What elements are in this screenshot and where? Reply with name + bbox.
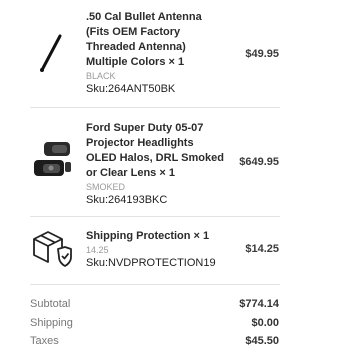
shipping-value: $0.00	[251, 317, 279, 329]
shipping-label: Shipping	[30, 317, 73, 329]
subtotal-row: Subtotal $774.14	[30, 298, 279, 314]
antenna-icon	[30, 30, 74, 74]
item-title: Shipping Protection × 1	[86, 230, 210, 242]
taxes-row: Taxes $45.50	[30, 335, 279, 348]
order-summary: .50 Cal Bullet Antenna (Fits OEM Factory…	[0, 0, 348, 348]
headlights-icon	[30, 138, 74, 182]
item-variant: 14.25	[86, 245, 109, 255]
item-variant: SMOKED	[86, 182, 126, 192]
item-price: $649.95	[239, 156, 279, 168]
subtotal-label: Subtotal	[30, 298, 71, 310]
divider	[30, 284, 280, 285]
item-variant: BLACK	[86, 71, 116, 81]
item-sku: Sku:NVDPROTECTION19	[86, 257, 216, 269]
shipping-protection-icon	[30, 227, 74, 271]
taxes-value: $45.50	[245, 335, 279, 347]
subtotal-value: $774.14	[239, 298, 279, 310]
shipping-row: Shipping $0.00	[30, 317, 279, 333]
item-title: .50 Cal Bullet Antenna (Fits OEM Factory…	[86, 11, 202, 68]
item-title: Ford Super Duty 05-07 Projector Headligh…	[86, 122, 224, 179]
item-price: $49.95	[245, 48, 279, 60]
divider	[30, 216, 280, 217]
item-sku: Sku:264193BKC	[86, 194, 168, 206]
item-price: $14.25	[245, 243, 279, 255]
item-sku: Sku:264ANT50BK	[86, 83, 176, 95]
taxes-label: Taxes	[30, 335, 59, 347]
divider	[30, 107, 280, 108]
